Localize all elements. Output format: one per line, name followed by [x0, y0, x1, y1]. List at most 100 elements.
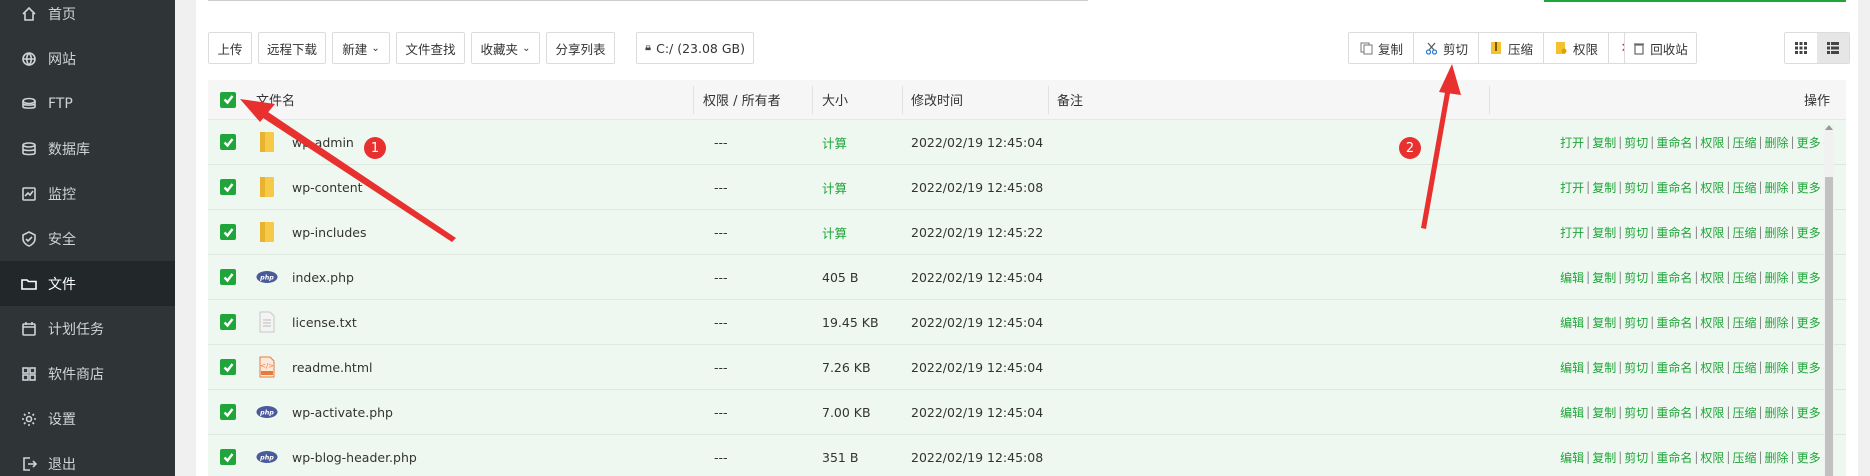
row-op-edit[interactable]: 编辑 [1560, 449, 1584, 466]
row-op[interactable]: 复制 [1592, 404, 1616, 421]
file-name[interactable]: wp-content [292, 165, 363, 209]
row-op[interactable]: 更多 [1797, 359, 1821, 376]
file-permission[interactable]: --- [714, 165, 728, 209]
row-op[interactable]: 权限 [1700, 179, 1724, 196]
row-op[interactable]: 权限 [1700, 449, 1724, 466]
row-op[interactable]: 权限 [1700, 134, 1724, 151]
row-op[interactable]: 复制 [1592, 134, 1616, 151]
sidebar-item-logout[interactable]: 退出 [0, 441, 175, 476]
file-name[interactable]: wp-activate.php [292, 390, 393, 434]
file-name[interactable]: wp-blog-header.php [292, 435, 417, 476]
batch-permission-button[interactable]: 权限 [1544, 33, 1610, 63]
scroll-up-arrow-icon[interactable] [1825, 125, 1833, 130]
row-op[interactable]: 压缩 [1732, 179, 1756, 196]
row-op[interactable]: 更多 [1797, 179, 1821, 196]
row-op[interactable]: 更多 [1797, 449, 1821, 466]
header-mtime[interactable]: 修改时间 [911, 80, 963, 119]
file-name[interactable]: readme.html [292, 345, 372, 389]
row-checkbox[interactable] [220, 165, 236, 209]
new-dropdown-button[interactable]: 新建 ⌄ [332, 32, 390, 64]
row-op[interactable]: 删除 [1765, 314, 1789, 331]
vertical-scrollbar[interactable] [1824, 125, 1834, 476]
table-row[interactable]: wp-admin --- 计算 2022/02/19 12:45:04 打开 | 复制 | 剪切… [208, 120, 1846, 165]
file-remark[interactable] [1057, 255, 1477, 299]
header-size[interactable]: 大小 [822, 80, 848, 119]
file-remark[interactable] [1057, 210, 1477, 254]
row-op[interactable]: 权限 [1700, 359, 1724, 376]
disk-button[interactable]: C:/ (23.08 GB) [636, 32, 754, 64]
row-op[interactable]: 复制 [1592, 314, 1616, 331]
row-op[interactable]: 复制 [1592, 449, 1616, 466]
row-op[interactable]: 更多 [1797, 269, 1821, 286]
row-checkbox[interactable] [220, 390, 236, 434]
favorites-dropdown-button[interactable]: 收藏夹 ⌄ [471, 32, 540, 64]
sidebar-item-globe[interactable]: 网站 [0, 36, 175, 81]
file-name[interactable]: license.txt [292, 300, 357, 344]
row-op[interactable]: 剪切 [1624, 269, 1648, 286]
file-remark[interactable] [1057, 345, 1477, 389]
sidebar-item-ftp[interactable]: FTP [0, 81, 175, 126]
row-op[interactable]: 删除 [1765, 179, 1789, 196]
list-view-button[interactable] [1817, 33, 1849, 63]
file-permission[interactable]: --- [714, 435, 728, 476]
row-op[interactable]: 剪切 [1624, 359, 1648, 376]
row-op[interactable]: 剪切 [1624, 224, 1648, 241]
row-op[interactable]: 压缩 [1732, 269, 1756, 286]
upload-button[interactable]: 上传 [208, 32, 252, 64]
file-size[interactable]: 计算 [822, 120, 847, 164]
sidebar-item-gear[interactable]: 设置 [0, 396, 175, 441]
row-op[interactable]: 权限 [1700, 314, 1724, 331]
header-name[interactable]: 文件名 [256, 80, 295, 119]
file-size[interactable]: 计算 [822, 165, 847, 209]
file-name[interactable]: index.php [292, 255, 354, 299]
file-permission[interactable]: --- [714, 210, 728, 254]
file-permission[interactable]: --- [714, 390, 728, 434]
remote-download-button[interactable]: 远程下载 [258, 32, 326, 64]
file-remark[interactable] [1057, 300, 1477, 344]
row-op-open[interactable]: 打开 [1560, 224, 1584, 241]
row-op[interactable]: 压缩 [1732, 404, 1756, 421]
row-op[interactable]: 重命名 [1656, 134, 1692, 151]
row-op[interactable]: 删除 [1765, 134, 1789, 151]
row-op[interactable]: 权限 [1700, 224, 1724, 241]
table-row[interactable]: </> readme.html --- 7.26 KB 2022/02/19 12:45… [208, 345, 1846, 390]
row-op[interactable]: 复制 [1592, 224, 1616, 241]
row-op[interactable]: 权限 [1700, 404, 1724, 421]
table-row[interactable]: php wp-blog-header.php --- 351 B 2022/02/19 … [208, 435, 1846, 476]
table-row[interactable]: wp-includes --- 计算 2022/02/19 12:45:22 打开 | 复制… [208, 210, 1846, 255]
sidebar-item-apps[interactable]: 软件商店 [0, 351, 175, 396]
row-op[interactable]: 压缩 [1732, 314, 1756, 331]
batch-copy-button[interactable]: 复制 [1349, 33, 1415, 63]
row-op[interactable]: 重命名 [1656, 314, 1692, 331]
select-all-checkbox[interactable] [220, 80, 236, 119]
file-remark[interactable] [1057, 390, 1477, 434]
row-op[interactable]: 删除 [1765, 359, 1789, 376]
row-op[interactable]: 重命名 [1656, 224, 1692, 241]
row-op[interactable]: 压缩 [1732, 224, 1756, 241]
row-op[interactable]: 删除 [1765, 269, 1789, 286]
row-checkbox[interactable] [220, 255, 236, 299]
table-row[interactable]: wp-content --- 计算 2022/02/19 12:45:08 打开 | 复制 |… [208, 165, 1846, 210]
row-op[interactable]: 更多 [1797, 224, 1821, 241]
row-op[interactable]: 复制 [1592, 359, 1616, 376]
row-op-edit[interactable]: 编辑 [1560, 314, 1584, 331]
sidebar-item-shield[interactable]: 安全 [0, 216, 175, 261]
file-name[interactable]: wp-admin [292, 120, 354, 164]
row-op[interactable]: 剪切 [1624, 179, 1648, 196]
row-op-open[interactable]: 打开 [1560, 134, 1584, 151]
row-op[interactable]: 删除 [1765, 224, 1789, 241]
sidebar-item-calendar[interactable]: 计划任务 [0, 306, 175, 351]
row-op[interactable]: 权限 [1700, 269, 1724, 286]
file-permission[interactable]: --- [714, 345, 728, 389]
row-checkbox[interactable] [220, 300, 236, 344]
row-op[interactable]: 更多 [1797, 314, 1821, 331]
batch-cut-button[interactable]: 剪切 [1414, 33, 1480, 63]
row-op[interactable]: 删除 [1765, 404, 1789, 421]
sidebar-item-folder[interactable]: 文件 [0, 261, 175, 306]
scrollbar-thumb[interactable] [1825, 177, 1833, 476]
file-name[interactable]: wp-includes [292, 210, 366, 254]
table-row[interactable]: php index.php --- 405 B 2022/02/19 12:45:04 编… [208, 255, 1846, 300]
file-permission[interactable]: --- [714, 120, 728, 164]
sidebar-item-database[interactable]: 数据库 [0, 126, 175, 171]
file-permission[interactable]: --- [714, 255, 728, 299]
